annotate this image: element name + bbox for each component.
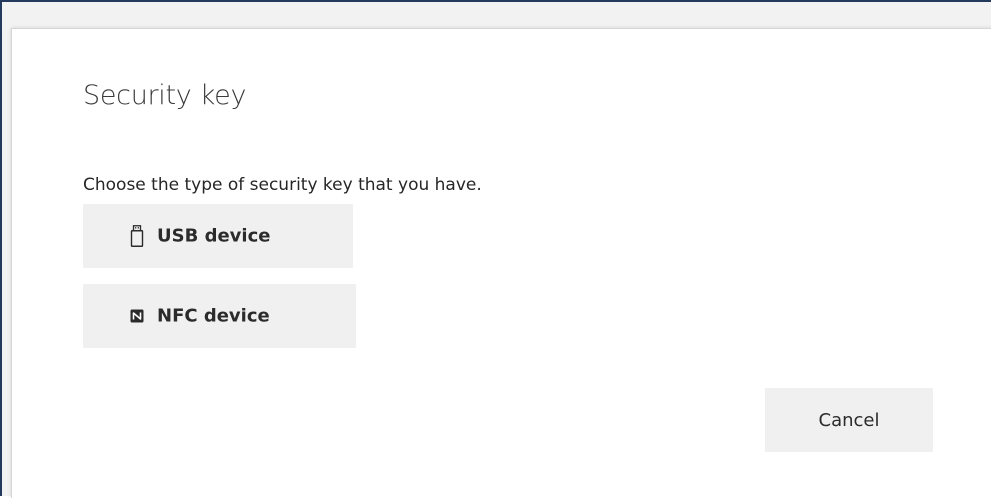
usb-device-button[interactable]: USB device [83,204,353,268]
cancel-button[interactable]: Cancel [765,388,933,452]
window-frame: Security key Choose the type of security… [0,0,991,498]
usb-drive-icon [130,225,144,247]
nfc-icon [130,305,144,327]
nfc-device-button[interactable]: NFC device [83,284,356,348]
security-key-dialog: Security key Choose the type of security… [11,28,991,498]
dialog-title: Security key [83,80,247,111]
nfc-device-label: NFC device [157,305,270,327]
dialog-prompt: Choose the type of security key that you… [83,175,482,195]
usb-device-label: USB device [157,225,271,247]
